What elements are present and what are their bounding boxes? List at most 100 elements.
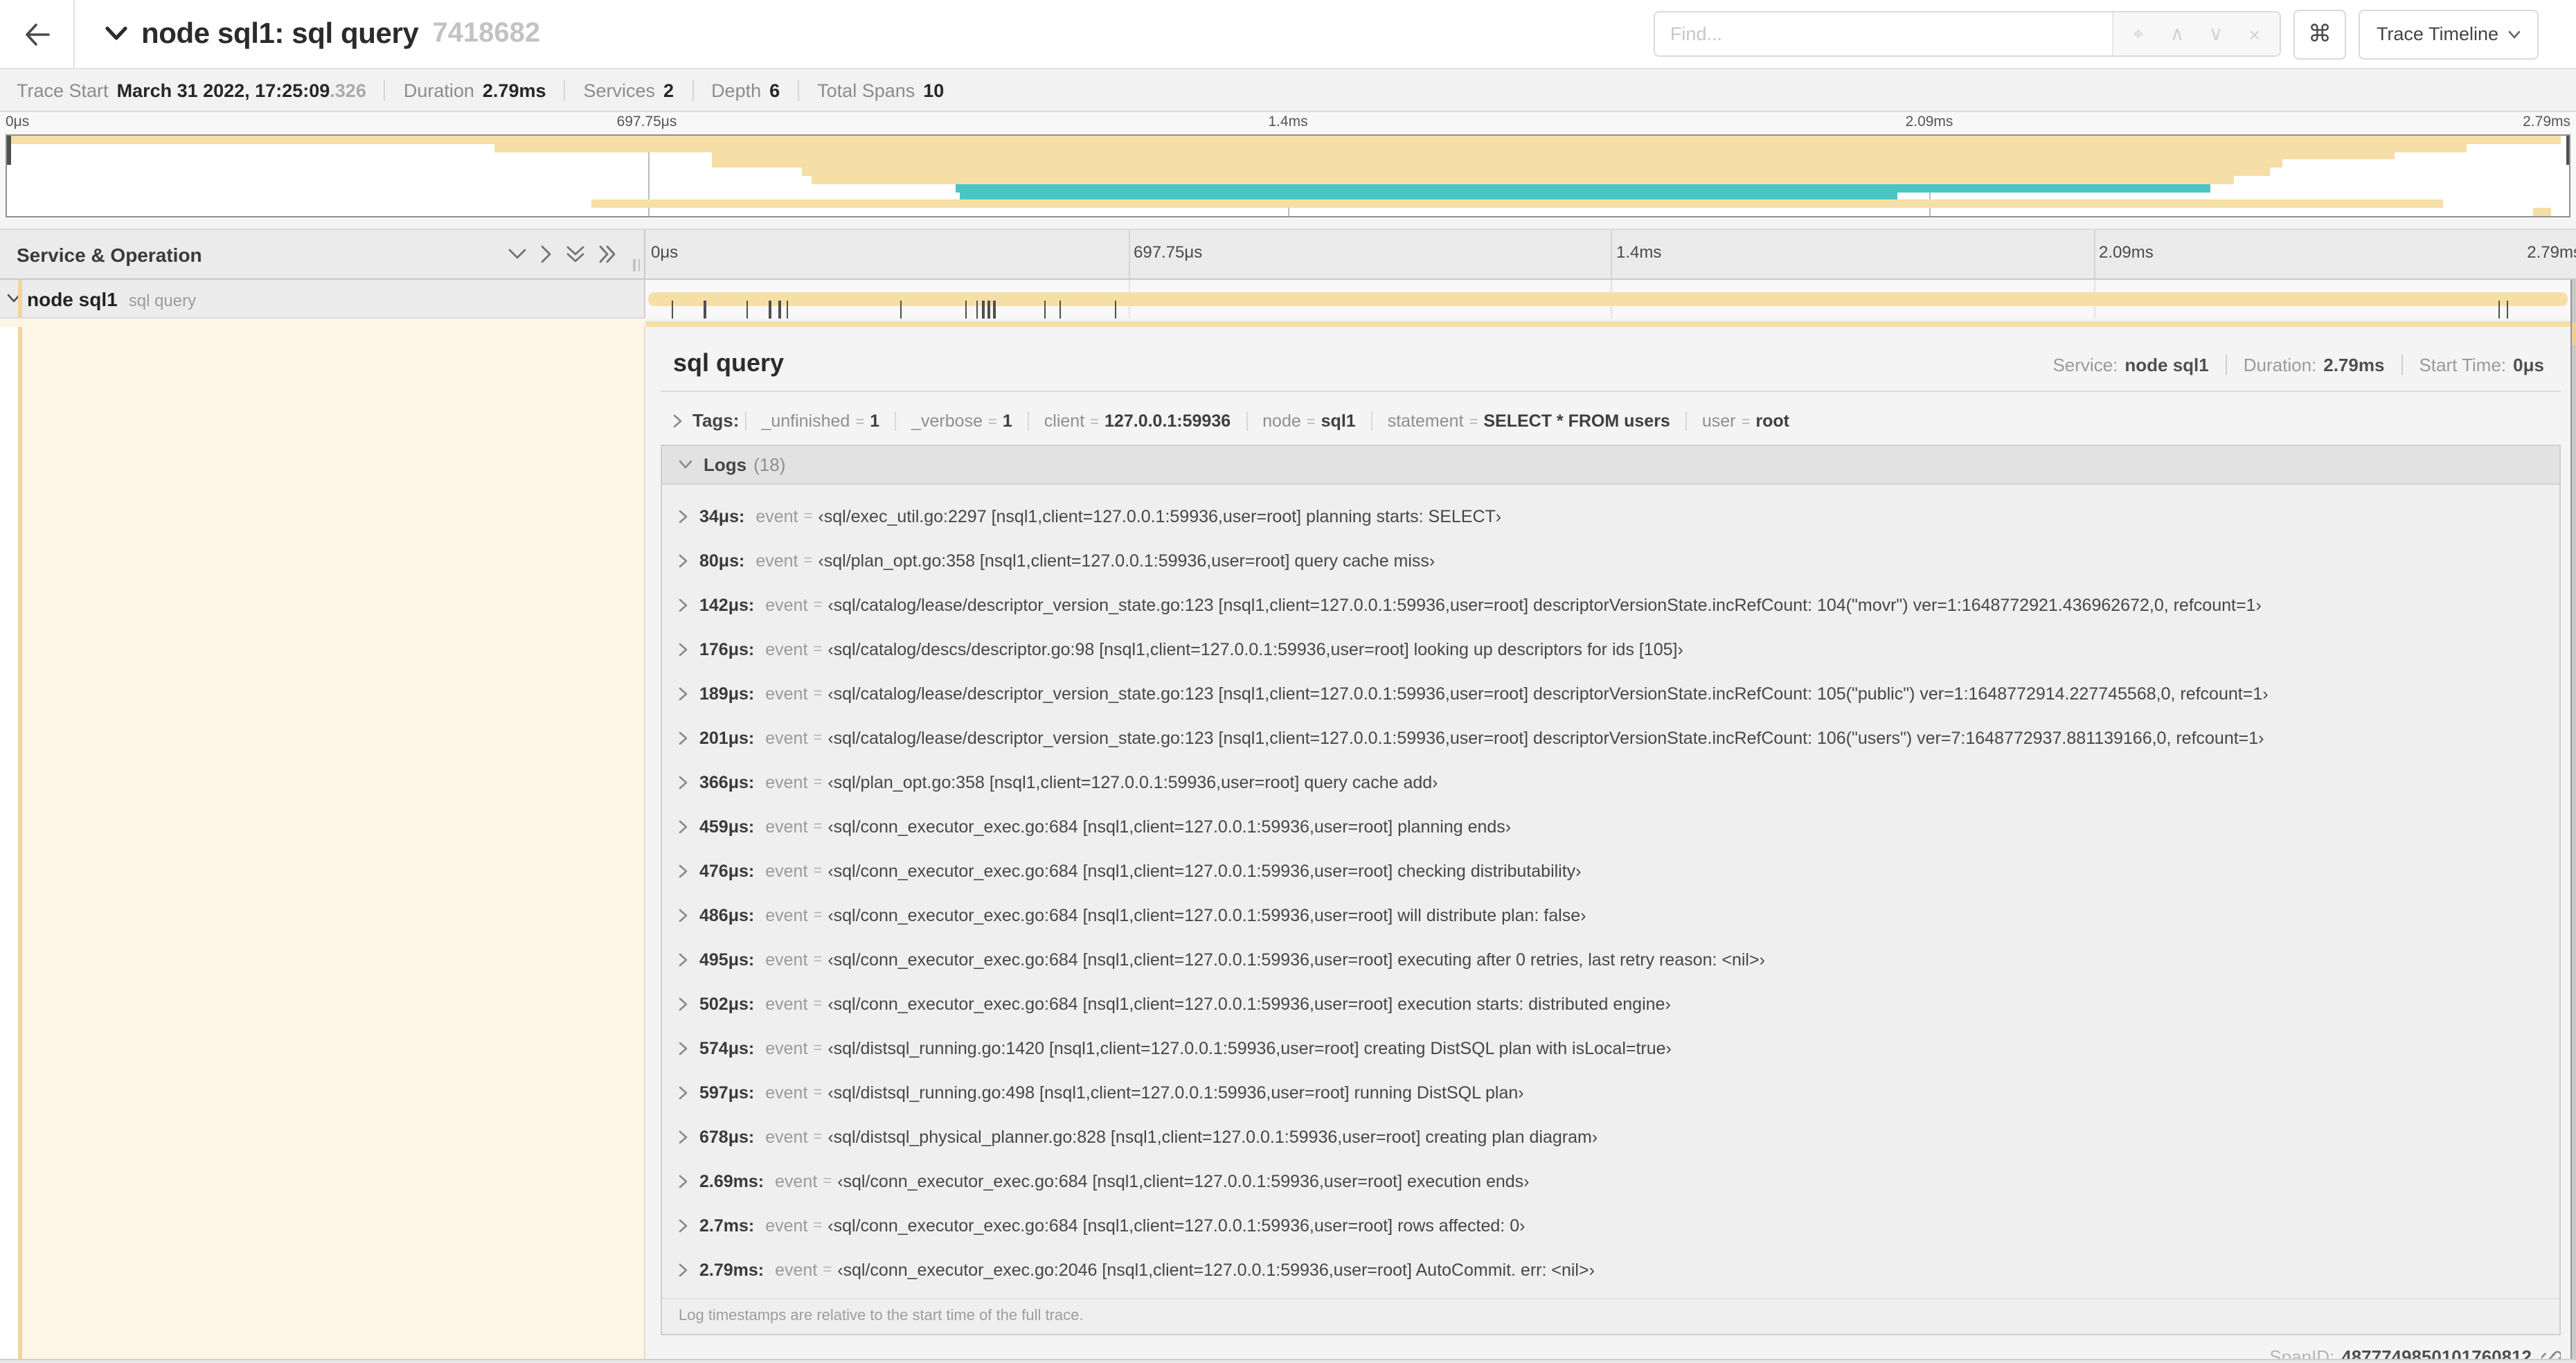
view-dropdown[interactable]: Trace Timeline: [2358, 9, 2539, 59]
minimap-tick-label: 1.4ms: [1268, 114, 1308, 130]
log-message: ‹sql/conn_executor_exec.go:684 [nsql1,cl…: [828, 995, 1671, 1014]
detail-accent-strip-row: [0, 319, 2576, 327]
ruler-tick-label: 1.4ms: [1616, 242, 1662, 262]
summary-label: Trace Start: [17, 80, 109, 100]
span-detail-panel: sql query Service: node sql1 Duration: 2…: [645, 327, 2576, 1363]
log-entry-row[interactable]: 2.79ms: event = ‹sql/conn_executor_exec.…: [662, 1248, 2559, 1292]
log-entry-row[interactable]: 34μs: event = ‹sql/exec_util.go:2297 [ns…: [662, 495, 2559, 539]
log-entry-row[interactable]: 176μs: event = ‹sql/catalog/descs/descri…: [662, 627, 2559, 672]
summary-label: Services: [583, 80, 656, 100]
tag-item: _unfinished = 1: [744, 411, 895, 430]
collapse-one-icon[interactable]: [508, 248, 526, 260]
log-entry-row[interactable]: 366μs: event = ‹sql/plan_opt.go:358 [nsq…: [662, 760, 2559, 805]
logs-footnote: Log timestamps are relative to the start…: [662, 1298, 2559, 1334]
minimap-tick-label: 0μs: [6, 114, 30, 130]
span-row-name-cell[interactable]: node sql1 sql query: [0, 280, 645, 319]
summary-value: 10: [923, 80, 945, 100]
ruler-gridline: [1611, 230, 1612, 278]
find-group: ⌖ ∧ ∨ ×: [1653, 11, 2281, 57]
log-entry-row[interactable]: 495μs: event = ‹sql/conn_executor_exec.g…: [662, 938, 2559, 982]
span-detail-header[interactable]: sql query Service: node sql1 Duration: 2…: [661, 327, 2561, 378]
log-entry-row[interactable]: 2.69ms: event = ‹sql/conn_executor_exec.…: [662, 1159, 2559, 1204]
log-entry-row[interactable]: 574μs: event = ‹sql/distsql_running.go:1…: [662, 1026, 2559, 1071]
viewport-left-drag-handle[interactable]: [7, 136, 10, 165]
log-message: ‹sql/conn_executor_exec.go:2046 [nsql1,c…: [837, 1260, 1595, 1280]
log-timestamp: 2.7ms:: [699, 1216, 755, 1236]
minimap-span-bar: [711, 152, 2395, 160]
log-entry-row[interactable]: 80μs: event = ‹sql/plan_opt.go:358 [nsql…: [662, 539, 2559, 583]
summary-suffix: .326: [330, 80, 366, 100]
log-message: ‹sql/catalog/lease/descriptor_version_st…: [828, 729, 2264, 748]
log-entry-row[interactable]: 678μs: event = ‹sql/distsql_physical_pla…: [662, 1115, 2559, 1159]
span-detail-color-bar[interactable]: [645, 321, 2570, 327]
log-field-key: event: [765, 596, 808, 615]
span-color-stripe: [17, 327, 21, 1359]
view-dropdown-label: Trace Timeline: [2376, 24, 2498, 44]
viewport-right-drag-handle[interactable]: [2566, 136, 2569, 165]
log-equals: =: [813, 863, 823, 880]
tag-item: user = root: [1685, 411, 1805, 430]
log-entry-row[interactable]: 2.7ms: event = ‹sql/conn_executor_exec.g…: [662, 1204, 2559, 1248]
minimap-span-bar: [955, 184, 2210, 193]
summary-value: March 31 2022, 17:25:09: [116, 80, 330, 100]
find-next-icon[interactable]: ∨: [2197, 14, 2235, 54]
chevron-right-icon: [679, 820, 688, 834]
summary-value: 2.79ms: [482, 80, 546, 100]
timeline-header-band: Service & Operation 0μs 697.75μs 1.4ms 2…: [0, 229, 2576, 280]
tags-accordion-header[interactable]: Tags: _unfinished = 1 _verbose = 1 clien…: [661, 410, 2561, 431]
tag-value: root: [1755, 411, 1789, 430]
logs-accordion-header[interactable]: Logs (18): [662, 446, 2559, 485]
log-field-key: event: [765, 862, 808, 881]
tag-value: 1: [870, 411, 880, 430]
chevron-right-icon: [679, 1086, 688, 1100]
locate-icon[interactable]: ⌖: [2119, 14, 2158, 54]
log-message: ‹sql/conn_executor_exec.go:684 [nsql1,cl…: [828, 817, 1512, 837]
log-entry-row[interactable]: 189μs: event = ‹sql/catalog/lease/descri…: [662, 672, 2559, 716]
tag-equals: =: [1090, 413, 1100, 430]
log-entry-row[interactable]: 597μs: event = ‹sql/distsql_running.go:4…: [662, 1071, 2559, 1115]
bottom-edge: [0, 1359, 2576, 1363]
log-message: ‹sql/catalog/lease/descriptor_version_st…: [828, 684, 2269, 704]
tag-key: user: [1701, 411, 1736, 430]
find-input[interactable]: [1654, 12, 2112, 55]
minimap-tick-labels: 0μs 697.75μs 1.4ms 2.09ms 2.79ms: [6, 114, 2570, 133]
log-equals: =: [813, 1085, 823, 1101]
log-entry-row[interactable]: 486μs: event = ‹sql/conn_executor_exec.g…: [662, 893, 2559, 938]
log-entry-row[interactable]: 502μs: event = ‹sql/conn_executor_exec.g…: [662, 982, 2559, 1026]
log-message: ‹sql/conn_executor_exec.go:684 [nsql1,cl…: [828, 906, 1586, 925]
chevron-right-icon: [679, 1130, 688, 1144]
collapse-trace-chevron-icon[interactable]: [105, 26, 127, 42]
collapse-all-icon[interactable]: [566, 245, 584, 263]
find-prev-icon[interactable]: ∧: [2158, 14, 2197, 54]
minimap-tick-label: 2.79ms: [2523, 114, 2570, 130]
log-equals: =: [813, 774, 823, 791]
log-timestamp: 597μs:: [699, 1083, 755, 1103]
log-entry-row[interactable]: 142μs: event = ‹sql/catalog/lease/descri…: [662, 583, 2559, 627]
span-duration-bar[interactable]: [648, 292, 2568, 324]
expand-one-icon[interactable]: [540, 245, 553, 263]
log-field-key: event: [775, 1172, 818, 1191]
log-message: ‹sql/catalog/descs/descriptor.go:98 [nsq…: [828, 640, 1683, 659]
log-timestamp: 189μs:: [699, 684, 755, 704]
minimap-tick-label: 697.75μs: [616, 114, 677, 130]
timeline-scrollbar[interactable]: [2570, 280, 2576, 1359]
log-field-key: event: [765, 817, 808, 837]
keyboard-shortcuts-button[interactable]: ⌘: [2293, 9, 2346, 59]
column-resizer-handle[interactable]: [633, 259, 640, 271]
span-detail-stats: Service: node sql1 Duration: 2.79ms Star…: [2036, 355, 2561, 375]
expand-all-icon[interactable]: [598, 245, 616, 263]
back-button[interactable]: [0, 0, 75, 68]
log-equals: =: [813, 907, 823, 924]
find-clear-icon[interactable]: ×: [2235, 14, 2274, 54]
log-timestamp: 80μs:: [699, 551, 745, 571]
log-entry-row[interactable]: 201μs: event = ‹sql/catalog/lease/descri…: [662, 716, 2559, 760]
span-row: node sql1 sql query: [0, 280, 2576, 324]
trace-timeline-page: node sql1: sql query 7418682 ⌖ ∧ ∨ × ⌘ T…: [0, 0, 2576, 1363]
log-entry-row[interactable]: 459μs: event = ‹sql/conn_executor_exec.g…: [662, 805, 2559, 849]
minimap-span-bar: [811, 176, 2234, 184]
log-entry-row[interactable]: 476μs: event = ‹sql/conn_executor_exec.g…: [662, 849, 2559, 893]
span-stat-label: Duration:: [2243, 355, 2317, 375]
log-timestamp: 574μs:: [699, 1039, 755, 1058]
minimap-canvas[interactable]: [6, 134, 2570, 217]
logs-label: Logs: [704, 454, 747, 475]
